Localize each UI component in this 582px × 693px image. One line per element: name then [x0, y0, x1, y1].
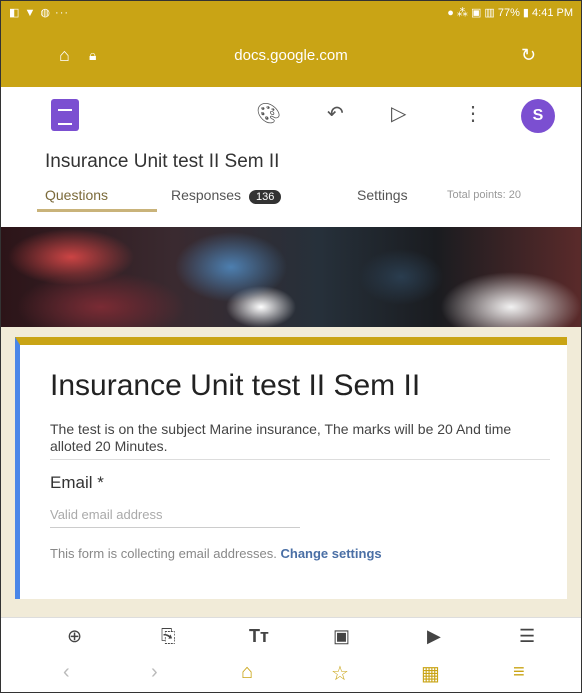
tabs-icon[interactable]: ▦ — [421, 661, 440, 686]
header-banner-image — [1, 227, 581, 327]
form-title: Insurance Unit test II Sem II — [45, 151, 280, 172]
form-content: Insurance Unit test II Sem II The test i… — [1, 327, 581, 617]
google-forms-icon[interactable] — [51, 99, 79, 131]
email-label: Email * — [50, 473, 104, 492]
email-collection-note: This form is collecting email addresses.… — [50, 545, 550, 562]
form-tools-toolbar: ⊕ ⎘ Tт ▣ ▶ ☰ — [1, 617, 581, 656]
responses-count-badge: 136 — [249, 190, 282, 204]
add-section-icon[interactable]: ☰ — [519, 626, 535, 647]
add-question-icon[interactable]: ⊕ — [67, 626, 82, 647]
palette-icon[interactable]: 🎨︎ — [256, 101, 281, 126]
card-title[interactable]: Insurance Unit test II Sem II — [50, 369, 420, 403]
description-divider — [50, 459, 550, 460]
forward-icon[interactable]: › — [151, 661, 158, 684]
status-icons-left: ◧ ▼ ◍ ··· — [9, 7, 70, 19]
tab-responses-label: Responses — [171, 187, 242, 203]
status-bar: ◧ ▼ ◍ ··· ● ⁂ ▣ ▥ 77% ▮ 4:41 PM — [1, 1, 581, 25]
add-title-icon[interactable]: Tт — [249, 626, 269, 647]
browser-nav-bar: ‹ › ⌂ ☆ ▦ ≡ — [1, 655, 581, 692]
tab-settings[interactable]: Settings — [357, 187, 408, 203]
add-video-icon[interactable]: ▶ — [427, 626, 441, 647]
form-title-card[interactable]: Insurance Unit test II Sem II The test i… — [15, 337, 567, 599]
browser-top-bar: ◧ ▼ ◍ ··· ● ⁂ ▣ ▥ 77% ▮ 4:41 PM ⌂ 🔒︎ doc… — [1, 1, 581, 87]
bookmark-star-icon[interactable]: ☆ — [331, 661, 349, 686]
status-icons-right: ● ⁂ ▣ ▥ 77% ▮ 4:41 PM — [447, 7, 573, 19]
change-settings-link[interactable]: Change settings — [280, 546, 381, 561]
avatar[interactable]: S — [521, 99, 555, 133]
refresh-icon[interactable]: ↻ — [521, 45, 536, 66]
import-questions-icon[interactable]: ⎘ — [161, 626, 175, 647]
note-text: This form is collecting email addresses. — [50, 546, 277, 561]
card-description[interactable]: The test is on the subject Marine insura… — [50, 421, 550, 455]
undo-icon[interactable]: ↶ — [327, 101, 344, 126]
total-points: Total points: 20 — [447, 189, 521, 201]
email-underline — [50, 527, 300, 528]
more-vert-icon[interactable]: ⋮ — [463, 101, 483, 126]
email-field[interactable]: Valid email address — [50, 507, 162, 522]
url-bar[interactable]: ⌂ 🔒︎ docs.google.com ↻ — [1, 37, 581, 77]
url-text[interactable]: docs.google.com — [1, 47, 581, 64]
send-icon[interactable]: ▷ — [391, 101, 406, 126]
tab-questions[interactable]: Questions — [36, 187, 158, 212]
add-image-icon[interactable]: ▣ — [333, 626, 350, 647]
back-icon[interactable]: ‹ — [63, 661, 70, 684]
home-icon[interactable]: ⌂ — [241, 661, 253, 684]
tab-responses[interactable]: Responses 136 — [171, 187, 282, 204]
screen: ◧ ▼ ◍ ··· ● ⁂ ▣ ▥ 77% ▮ 4:41 PM ⌂ 🔒︎ doc… — [0, 0, 582, 693]
menu-icon[interactable]: ≡ — [513, 661, 525, 684]
form-header: 🎨︎ ↶ ▷ ⋮ S Insurance Unit test II Sem II… — [1, 87, 581, 225]
